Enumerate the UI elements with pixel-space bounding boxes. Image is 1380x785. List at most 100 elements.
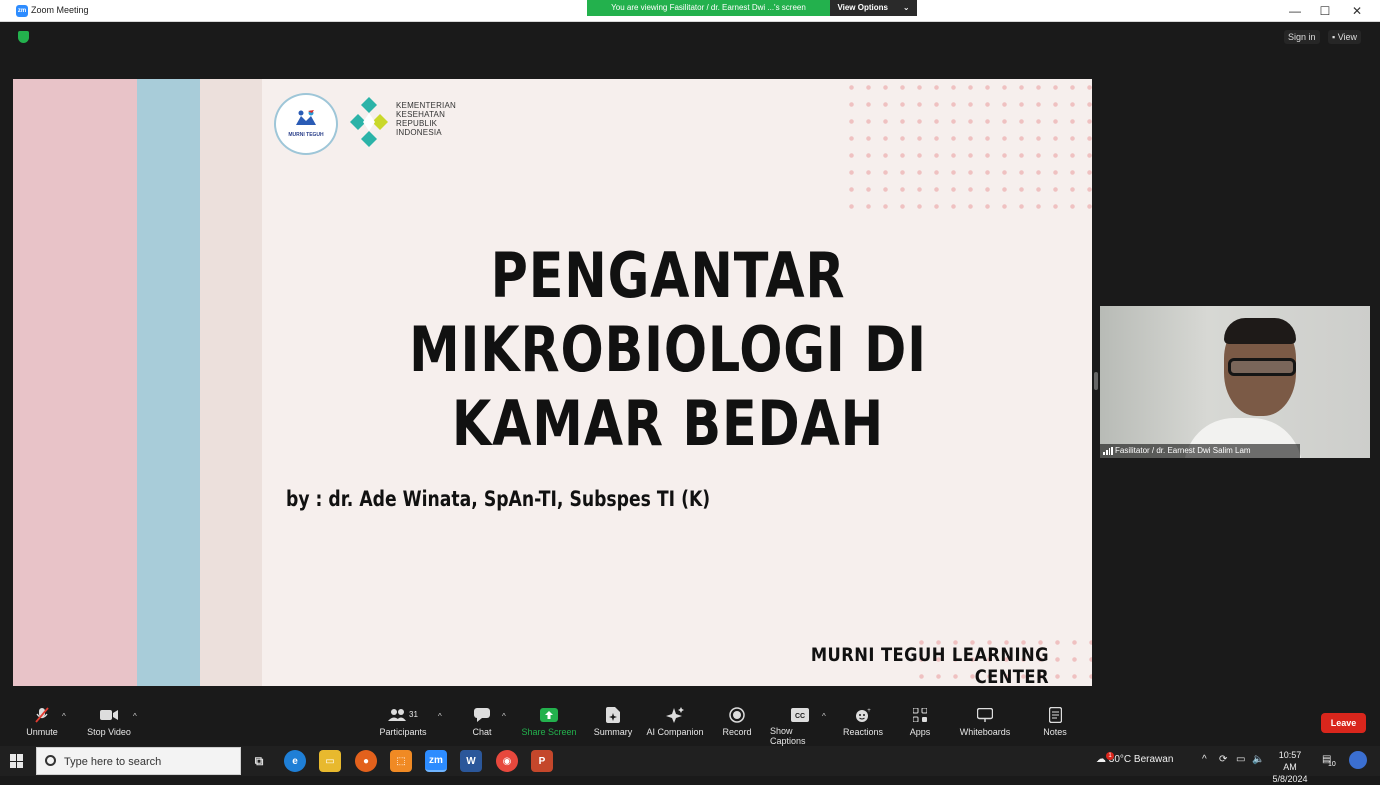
close-button[interactable]: ✕	[1340, 0, 1374, 22]
edge-browser-icon[interactable]: e	[284, 750, 306, 772]
view-options-label: View Options	[837, 3, 888, 12]
file-explorer-icon[interactable]: ▭	[319, 750, 341, 772]
taskbar-search-box[interactable]: Type here to search	[36, 747, 241, 775]
search-placeholder: Type here to search	[64, 756, 162, 768]
copilot-icon[interactable]	[1349, 751, 1367, 769]
firefox-icon[interactable]: ●	[355, 750, 377, 772]
chrome-icon[interactable]: ◉	[496, 750, 518, 772]
participants-label: Participants	[379, 727, 427, 737]
weather-condition: Berawan	[1133, 754, 1174, 765]
muted-microphone-icon	[33, 707, 51, 723]
minimize-button[interactable]: —	[1278, 0, 1312, 22]
record-label: Record	[722, 727, 752, 737]
ai-companion-button[interactable]: AI Companion	[645, 700, 705, 746]
participant-hair	[1224, 318, 1296, 344]
volume-icon[interactable]: 🔈	[1252, 754, 1264, 765]
sync-icon[interactable]: ⟳	[1219, 754, 1227, 765]
show-hidden-icons-icon[interactable]: ^	[1202, 754, 1207, 765]
weather-badge: 1	[1106, 752, 1114, 760]
zoom-taskbar-icon[interactable]: zm	[425, 750, 447, 772]
sparkle-icon	[666, 707, 684, 723]
notes-button[interactable]: Notes	[1038, 700, 1072, 746]
view-options-button[interactable]: View Options ⌄	[830, 0, 917, 16]
slide-title-line-1: PENGANTAR	[490, 239, 846, 312]
panel-splitter-handle[interactable]	[1094, 372, 1098, 390]
reactions-button[interactable]: + Reactions	[842, 700, 884, 746]
stop-video-button[interactable]: Stop Video	[84, 700, 134, 746]
meeting-toolbar: Unmute ^ Stop Video ^ 31 Participants ^ …	[0, 700, 1380, 746]
maximize-button[interactable]: ☐	[1308, 0, 1342, 22]
show-captions-button[interactable]: CC Show Captions	[770, 700, 830, 746]
reactions-label: Reactions	[842, 727, 884, 737]
view-label: View	[1337, 32, 1358, 42]
share-screen-label: Share Screen	[521, 727, 577, 737]
slide-title: PENGANTAR MIKROBIOLOGI DI KAMAR BEDAH	[377, 239, 959, 461]
clock[interactable]: 10:57 AM 5/8/2024	[1272, 749, 1308, 785]
app-orange-icon[interactable]: ⬚	[390, 750, 412, 772]
word-icon[interactable]: W	[460, 750, 482, 772]
participants-options-caret[interactable]: ^	[438, 712, 442, 721]
summary-label: Summary	[593, 727, 633, 737]
video-options-caret[interactable]: ^	[133, 712, 137, 721]
kemenkes-logo-text: KEMENTERIAN KESEHATAN REPUBLIK INDONESIA	[396, 101, 456, 137]
participant-video-tile[interactable]: Fasilitator / dr. Earnest Dwi Salim Lam	[1100, 306, 1370, 458]
sign-in-button[interactable]: Sign in	[1284, 30, 1320, 44]
shared-screen-slide: MURNI TEGUH KEMENTERIAN KESEHATAN REPUBL…	[13, 79, 1092, 686]
slide-author: by : dr. Ade Winata, SpAn-TI, Subspes TI…	[286, 487, 711, 511]
signal-strength-icon	[1103, 447, 1113, 455]
viewing-status-text: You are viewing Fasilitator / dr. Earnes…	[587, 0, 830, 16]
powerpoint-icon[interactable]: P	[531, 750, 553, 772]
notes-label: Notes	[1043, 727, 1067, 737]
participants-count: 31	[409, 710, 418, 719]
windows-taskbar: Type here to search ⧉ e ▭ ● ⬚ zm W ◉ P ☁…	[0, 746, 1380, 784]
unmute-button[interactable]: Unmute	[22, 700, 62, 746]
captions-options-caret[interactable]: ^	[822, 712, 826, 721]
decor-stripe-pink	[13, 79, 137, 686]
share-screen-button[interactable]: Share Screen	[520, 700, 578, 746]
notification-count: 10	[1328, 761, 1336, 768]
network-icon[interactable]: ▭	[1236, 754, 1245, 765]
svg-text:CC: CC	[795, 713, 805, 720]
apps-label: Apps	[909, 727, 931, 737]
clock-time: 10:57 AM	[1278, 750, 1302, 772]
windows-start-icon[interactable]	[10, 754, 24, 768]
summary-button[interactable]: Summary	[591, 700, 635, 746]
encryption-shield-icon[interactable]	[18, 31, 29, 43]
record-button[interactable]: Record	[719, 700, 755, 746]
whiteboards-button[interactable]: Whiteboards	[957, 700, 1013, 746]
search-icon	[45, 755, 56, 766]
viewing-banner: You are viewing Fasilitator / dr. Earnes…	[587, 0, 917, 16]
participants-icon: 31	[383, 707, 423, 723]
participant-glasses	[1228, 358, 1296, 376]
chat-options-caret[interactable]: ^	[502, 712, 506, 721]
zoom-app-icon: zm	[16, 5, 28, 17]
apps-grid-icon	[911, 707, 929, 723]
record-icon	[728, 707, 746, 723]
view-button[interactable]: ▪ View	[1328, 30, 1362, 44]
whiteboards-label: Whiteboards	[959, 727, 1011, 737]
notes-icon	[1046, 707, 1064, 723]
decor-dot-pattern-top	[843, 79, 1092, 209]
window-title-bar: zm Zoom Meeting You are viewing Fasilita…	[0, 0, 1380, 22]
whiteboard-icon	[976, 707, 994, 723]
window-title: Zoom Meeting	[31, 5, 89, 15]
participants-button[interactable]: 31 Participants	[378, 700, 428, 746]
show-captions-label: Show Captions	[770, 726, 806, 746]
leave-meeting-button[interactable]: Leave	[1321, 713, 1366, 733]
audio-options-caret[interactable]: ^	[62, 712, 66, 721]
apps-button[interactable]: Apps	[906, 700, 934, 746]
slide-title-line-3: KAMAR BEDAH	[451, 387, 885, 460]
kemenkes-logo-icon	[350, 97, 388, 147]
smiley-plus-icon: +	[854, 707, 872, 723]
task-view-icon[interactable]: ⧉	[248, 750, 270, 772]
share-screen-icon	[540, 707, 558, 723]
video-camera-icon	[100, 707, 118, 723]
participant-name: Fasilitator / dr. Earnest Dwi Salim Lam	[1115, 446, 1251, 455]
decor-stripe-blue	[137, 79, 200, 686]
ai-companion-label: AI Companion	[646, 727, 704, 737]
closed-captions-icon: CC	[791, 707, 809, 722]
chevron-down-icon: ⌄	[902, 3, 910, 12]
chat-button[interactable]: Chat	[466, 700, 498, 746]
chat-bubble-icon	[473, 707, 491, 723]
stop-video-label: Stop Video	[87, 727, 131, 737]
